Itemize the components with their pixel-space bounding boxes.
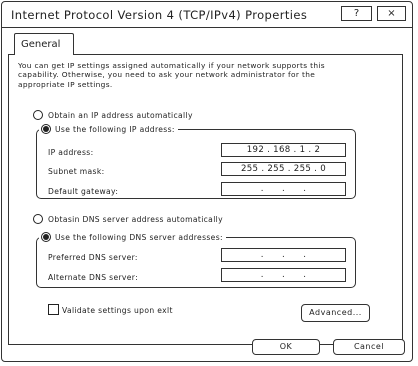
ip-address-field[interactable]: 192 . 168 . 1 . 2 bbox=[221, 143, 346, 157]
preferred-dns-field[interactable]: . . . bbox=[221, 248, 346, 262]
tab-general[interactable]: General bbox=[14, 33, 74, 55]
default-gateway-label: Default gateway: bbox=[48, 187, 119, 196]
obtain-dns-auto-label[interactable]: Obtasin DNS server address automatically bbox=[48, 215, 223, 224]
obtain-ip-auto-radio[interactable] bbox=[33, 110, 43, 120]
close-button[interactable]: × bbox=[377, 6, 406, 21]
validate-settings-label[interactable]: Validate settings upon exlt bbox=[62, 306, 173, 315]
help-button[interactable]: ? bbox=[341, 6, 372, 21]
preferred-dns-label: Preferred DNS server: bbox=[48, 253, 138, 262]
obtain-ip-auto-label[interactable]: Obtain an IP address automatically bbox=[48, 111, 193, 120]
ip-address-label: IP address: bbox=[48, 148, 94, 157]
use-following-dns-label[interactable]: Use the following DNS server addresses: bbox=[55, 233, 223, 242]
subnet-mask-field[interactable]: 255 . 255 . 255 . 0 bbox=[221, 162, 346, 176]
window-title: Internet Protocol Version 4 (TCP/IPv4) P… bbox=[11, 8, 308, 22]
alternate-dns-field[interactable]: . . . bbox=[221, 268, 346, 282]
ok-button[interactable]: OK bbox=[252, 339, 320, 355]
subnet-mask-label: Subnet mask: bbox=[48, 167, 105, 176]
obtain-dns-auto-radio[interactable] bbox=[33, 214, 43, 224]
advanced-button[interactable]: Advanced... bbox=[301, 304, 370, 322]
default-gateway-field[interactable]: . . . bbox=[221, 182, 346, 196]
cancel-button[interactable]: Cancel bbox=[333, 339, 405, 355]
use-following-ip-radio[interactable] bbox=[41, 124, 51, 134]
dns-group-legend[interactable]: Use the following DNS server addresses: bbox=[39, 232, 226, 242]
tab-content-panel bbox=[8, 54, 403, 345]
alternate-dns-label: Alternate DNS server: bbox=[48, 273, 139, 282]
use-following-dns-radio[interactable] bbox=[41, 232, 51, 242]
use-following-ip-label[interactable]: Use the following IP address: bbox=[55, 125, 175, 134]
description-text: You can get IP settings assigned automat… bbox=[18, 61, 325, 89]
ip-group-legend[interactable]: Use the following IP address: bbox=[39, 124, 178, 134]
title-bar[interactable]: Internet Protocol Version 4 (TCP/IPv4) P… bbox=[2, 2, 412, 28]
validate-settings-checkbox[interactable] bbox=[48, 304, 59, 315]
